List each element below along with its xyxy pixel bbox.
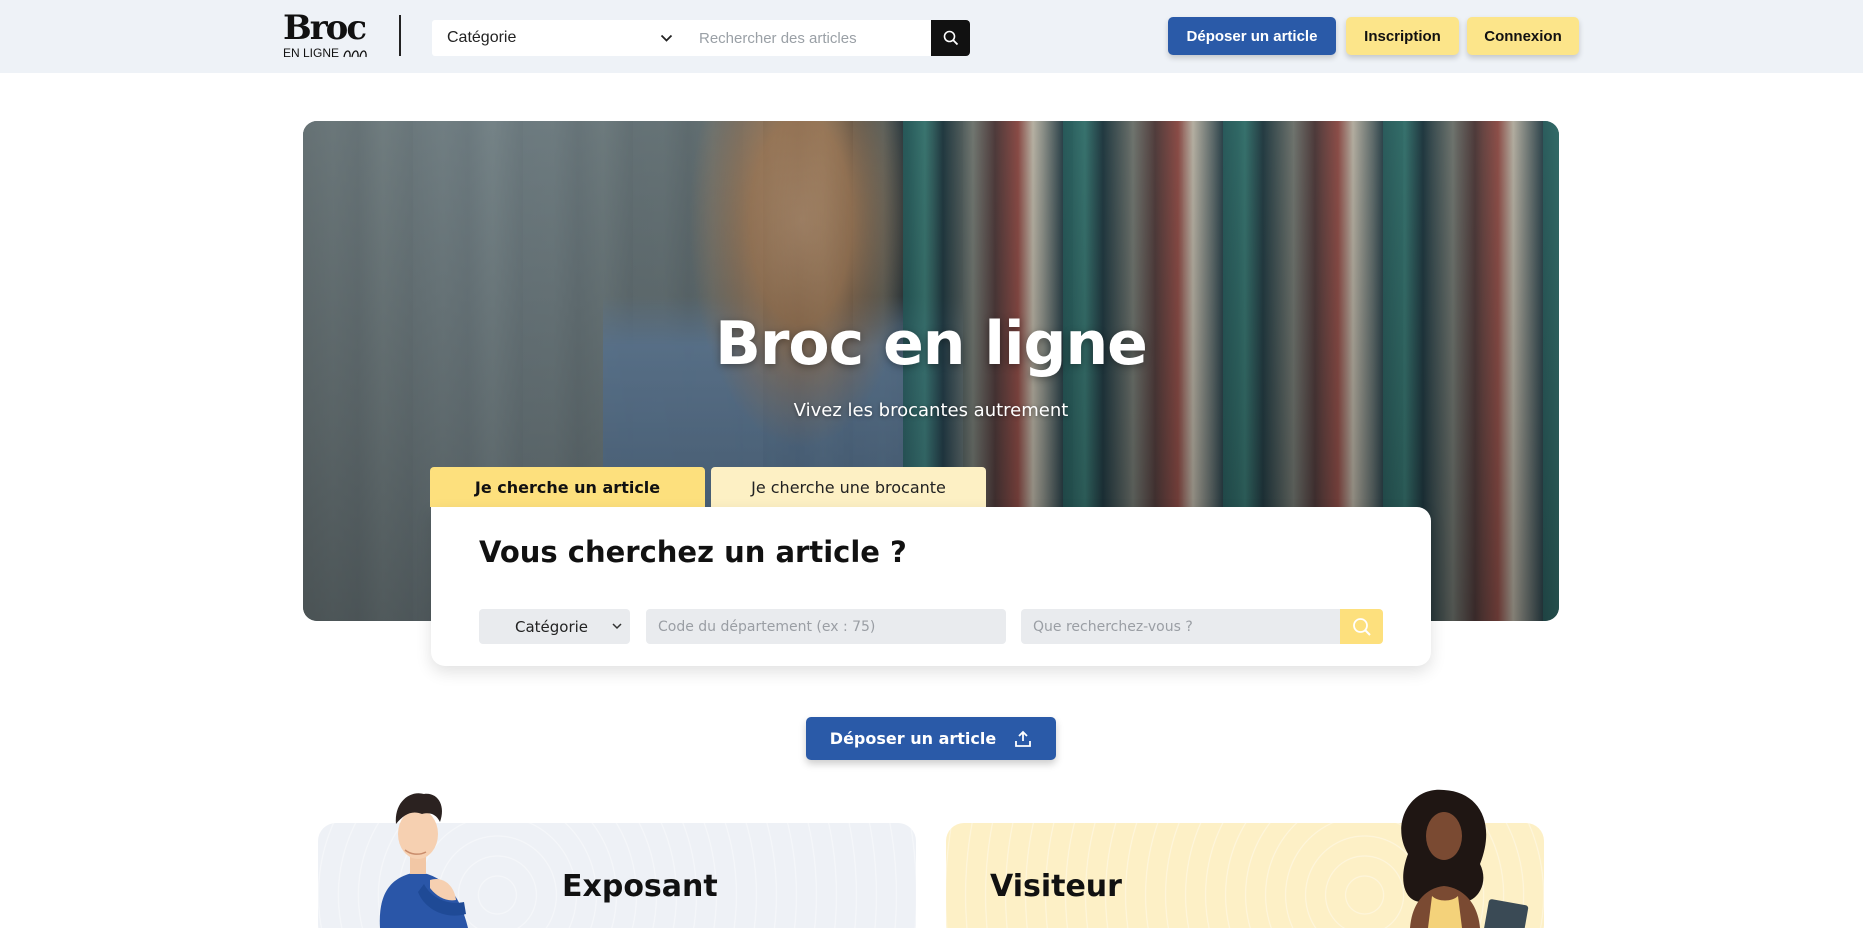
query-input[interactable] [1021,609,1341,644]
logo-loops-icon [343,50,367,58]
logo-tagline: EN LIGNE [283,46,393,60]
search-icon [943,30,958,46]
logo-divider [399,15,401,56]
cta-label: Déposer un article [829,729,997,748]
header-category-select[interactable]: Catégorie [432,20,687,56]
exhibitor-title: Exposant [562,869,718,904]
chevron-down-icon [660,34,673,42]
site-logo[interactable]: Broc EN LIGNE [283,11,393,63]
hero-title: Broc en ligne [715,309,1148,379]
header-search-input[interactable] [687,20,931,56]
visitor-title: Visiteur [990,869,1122,904]
tab-search-brocante[interactable]: Je cherche une brocante [711,467,986,507]
chevron-down-icon [612,623,622,630]
search-icon [1352,617,1371,636]
header-search-button[interactable] [931,20,970,56]
category-select[interactable]: Catégorie [479,609,630,644]
upload-icon [1015,730,1032,747]
login-button[interactable]: Connexion [1467,17,1579,55]
logo-tagline-text: EN LIGNE [283,46,340,60]
exhibitor-illustration [379,793,468,928]
header-category-label: Catégorie [447,29,517,46]
logo-wordmark: Broc [283,8,367,48]
article-search-card: Vous cherchez un article ? Catégorie [431,507,1431,666]
department-code-input[interactable] [646,609,1006,644]
query-search-button[interactable] [1340,609,1383,644]
search-card-title: Vous cherchez un article ? [479,535,907,569]
header-search-bar: Catégorie [432,20,970,56]
deposit-article-cta[interactable]: Déposer un article [806,717,1056,760]
signup-button[interactable]: Inscription [1346,17,1459,55]
site-header: Broc EN LIGNE Catégorie Déposer un artic… [0,0,1863,73]
category-select-label: Catégorie [515,617,589,636]
visitor-illustration [1401,789,1529,928]
header-deposit-button[interactable]: Déposer un article [1168,17,1336,55]
hero-subtitle: Vivez les brocantes autrement [793,400,1069,421]
tab-search-article[interactable]: Je cherche un article [430,467,705,507]
